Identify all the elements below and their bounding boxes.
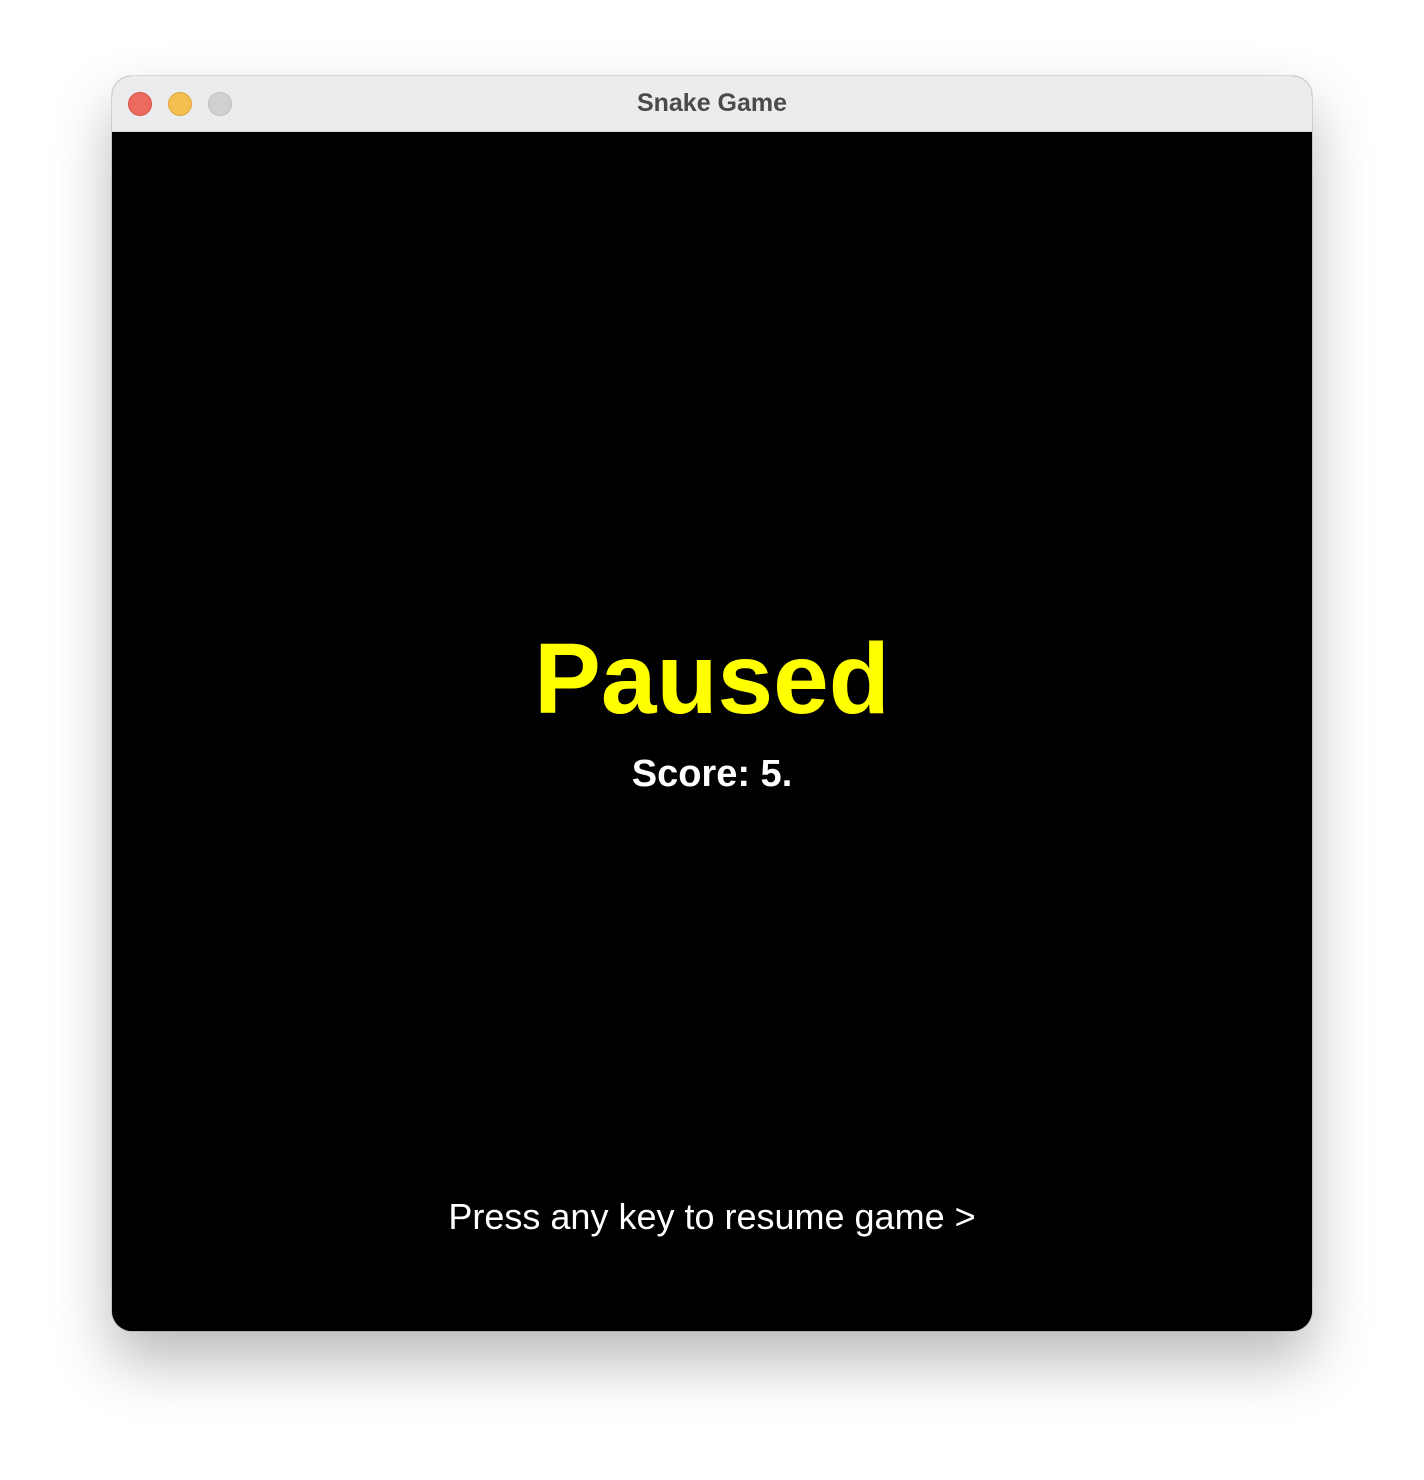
app-window: Snake Game Paused Score: 5. Press any ke… — [112, 76, 1312, 1331]
game-canvas[interactable]: Paused Score: 5. Press any key to resume… — [112, 132, 1312, 1331]
title-bar[interactable]: Snake Game — [112, 76, 1312, 132]
score-label: Score: 5. — [631, 753, 793, 795]
window-title: Snake Game — [636, 89, 788, 117]
resume-prompt: Press any key to resume game > — [448, 1196, 976, 1237]
paused-label: Paused — [534, 623, 890, 735]
